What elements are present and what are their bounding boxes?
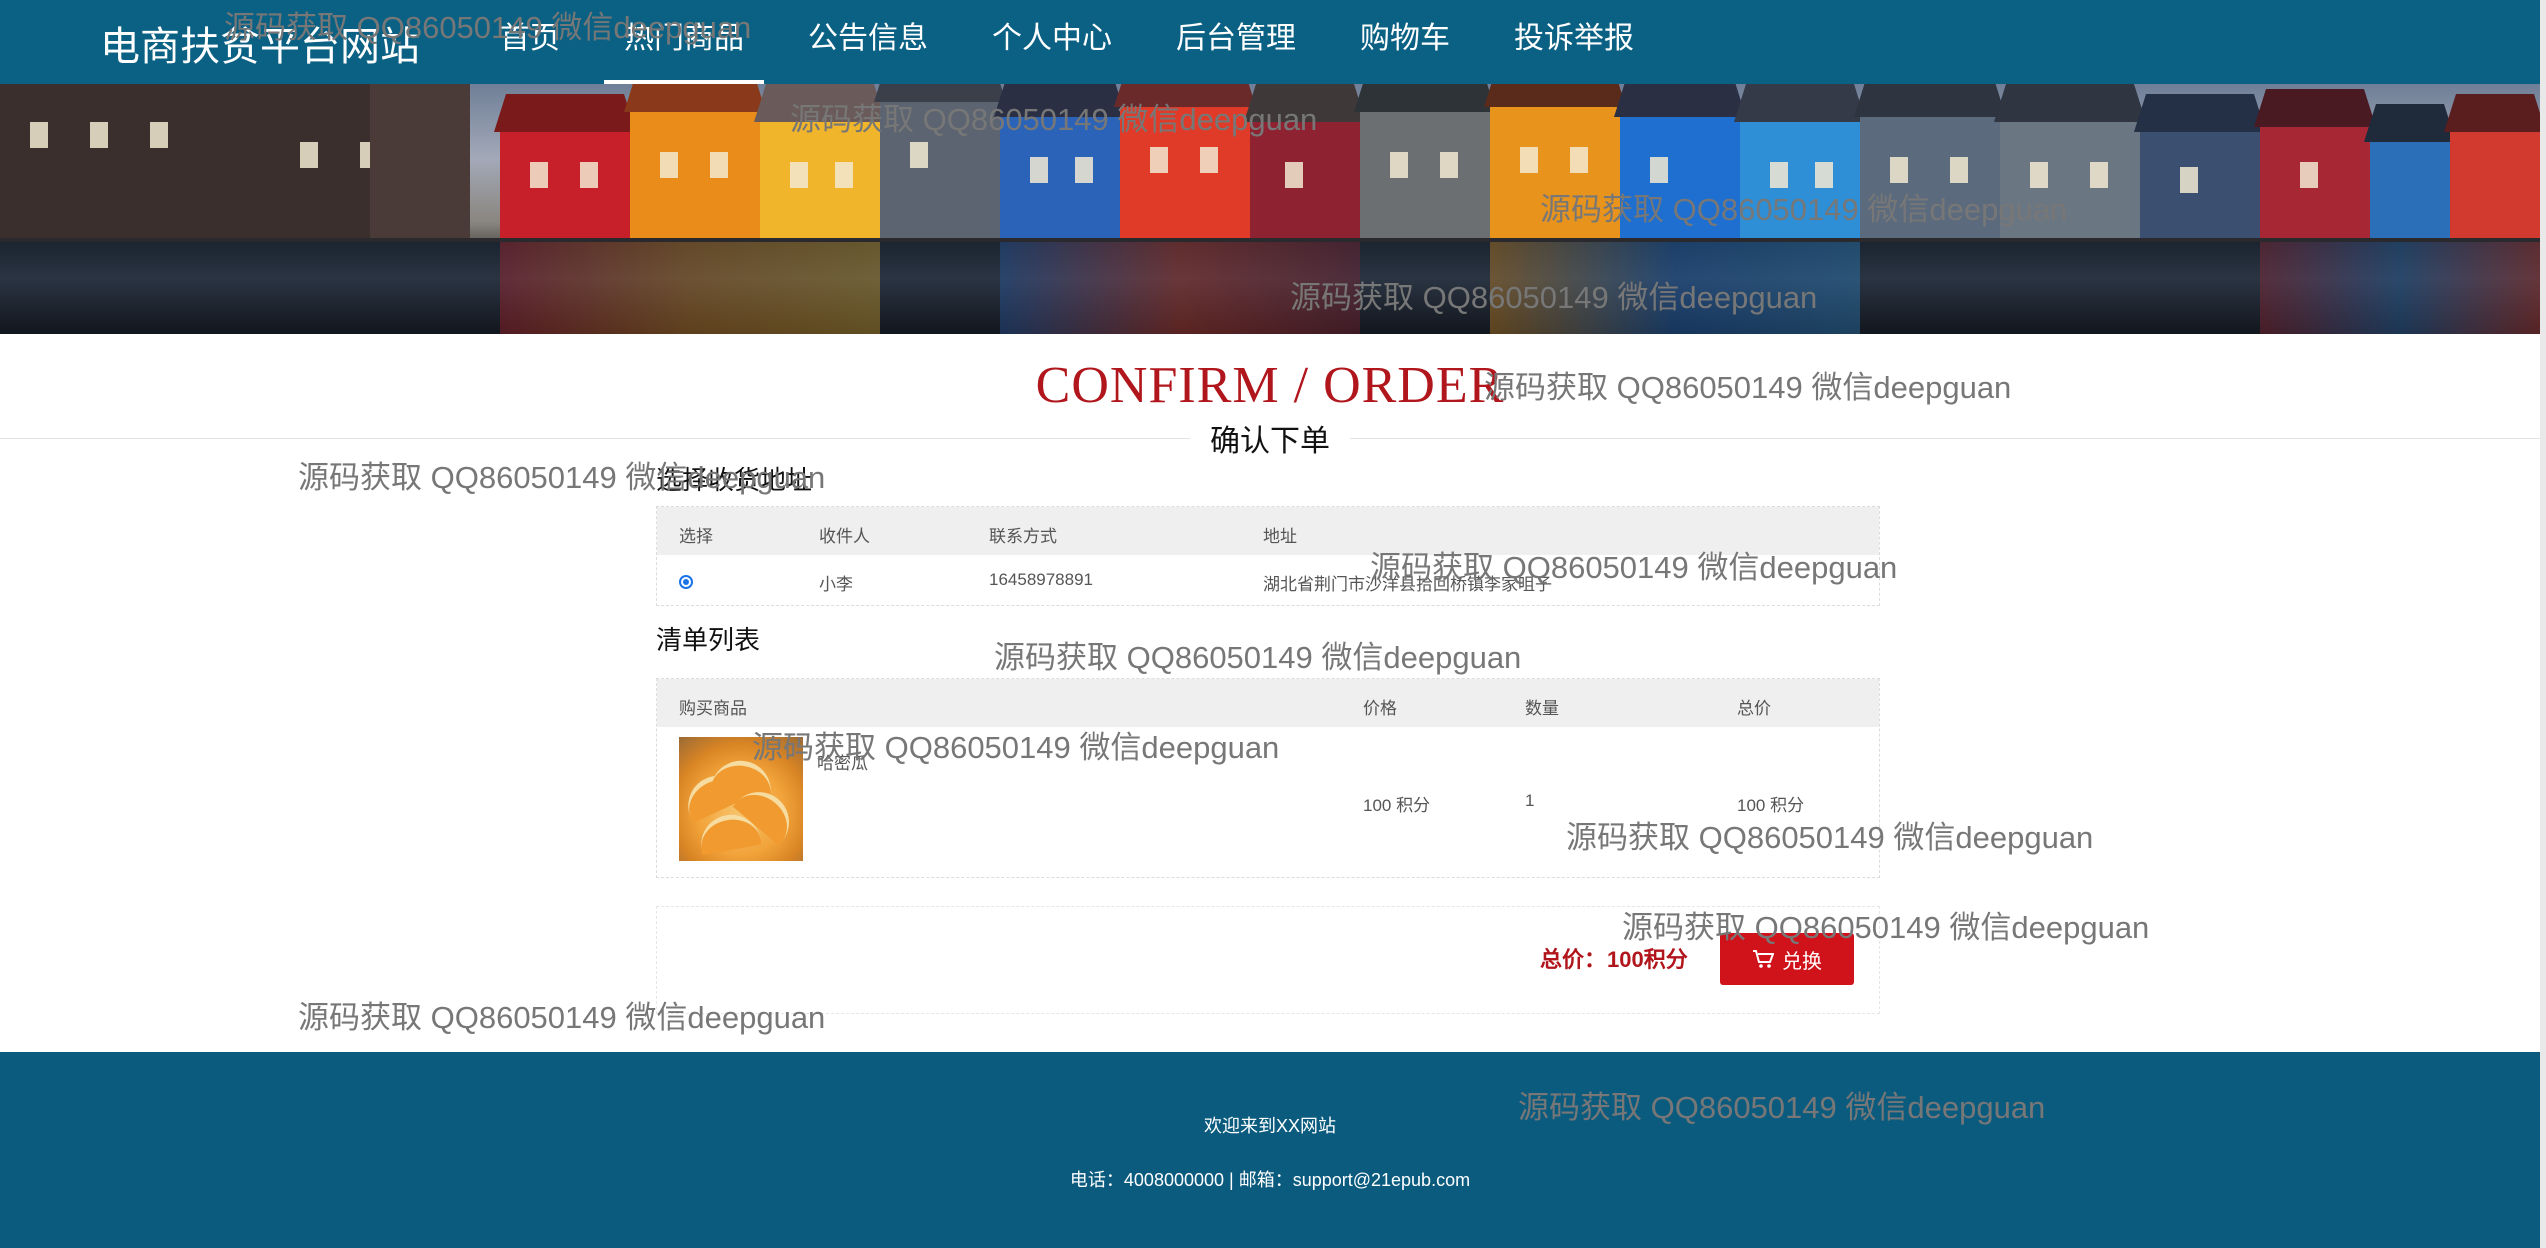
list-section-title: 清单列表 [656,625,761,655]
nav-item-home[interactable]: 首页 [480,0,580,84]
cart-icon [1753,950,1774,968]
nav-item-cart[interactable]: 购物车 [1340,0,1470,84]
nav-item-announcements[interactable]: 公告信息 [788,0,948,84]
footer-welcome: 欢迎来到XX网站 [1203,1116,1336,1136]
product-price: 100 积分 [1363,796,1431,815]
column-header: 数量 [1525,699,1559,718]
column-header: 地址 [1263,527,1297,546]
order-summary: 总价： 100积分 兑换 [656,906,1880,1014]
exchange-button[interactable]: 兑换 [1720,933,1854,985]
recipient-name: 小李 [819,575,853,594]
nav-item-hot-products[interactable]: 热门商品 [604,0,764,84]
product-name[interactable]: 哈密瓜 [817,749,868,774]
total-label: 总价： [1540,947,1607,972]
product-total: 100 积分 [1737,796,1805,815]
column-header: 总价 [1737,699,1771,718]
column-header: 购买商品 [679,699,747,718]
footer-contact: 电话：4008000000 | 邮箱：support@21epub.com [1069,1170,1471,1190]
nav-item-complaints[interactable]: 投诉举报 [1494,0,1654,84]
product-quantity: 1 [1525,791,1535,810]
section-title: CONFIRM / ORDER [1035,357,1505,414]
recipient-address: 湖北省荆门市沙洋县拾回桥镇李家咀子 [1263,575,1552,594]
nav-item-personal-center[interactable]: 个人中心 [972,0,1132,84]
site-brand[interactable]: 电商扶贫平台网站 [100,14,420,72]
exchange-button-label: 兑换 [1782,950,1822,973]
column-header: 选择 [679,527,713,546]
column-header: 联系方式 [989,527,1057,546]
product-image[interactable] [679,737,803,861]
watermark: 源码获取 QQ86050149 微信deepguan [994,640,1522,675]
nav-item-admin[interactable]: 后台管理 [1156,0,1316,84]
address-section-title: 选择收货地址 [656,465,813,495]
main-menu: 首页 热门商品 公告信息 个人中心 后台管理 购物车 投诉举报 [480,0,1678,84]
address-table: 选择 收件人 联系方式 地址 小李 16458978891 湖北省荆门市沙洋县拾… [656,506,1880,606]
section-subtitle: 确认下单 [1190,416,1350,460]
total-value: 100积分 [1607,947,1688,972]
address-table-header: 选择 收件人 联系方式 地址 [657,507,1879,555]
recipient-phone: 16458978891 [989,570,1094,589]
order-table: 购买商品 价格 数量 总价 哈密瓜 100 积分 1 100 积分 [656,678,1880,878]
column-header: 价格 [1363,699,1397,718]
column-header: 收件人 [819,527,870,546]
page-scrollbar[interactable] [2540,0,2546,1248]
address-radio[interactable] [679,575,693,589]
banner-image [0,84,2540,334]
top-nav: 电商扶贫平台网站 首页 热门商品 公告信息 个人中心 后台管理 购物车 投诉举报 [0,0,2540,84]
order-table-header: 购买商品 价格 数量 总价 [657,679,1879,727]
site-footer: 欢迎来到XX网站 电话：4008000000 | 邮箱：support@21ep… [0,1052,2540,1248]
address-row[interactable]: 小李 16458978891 湖北省荆门市沙洋县拾回桥镇李家咀子 [657,555,1879,605]
order-row: 哈密瓜 100 积分 1 100 积分 [657,727,1879,877]
